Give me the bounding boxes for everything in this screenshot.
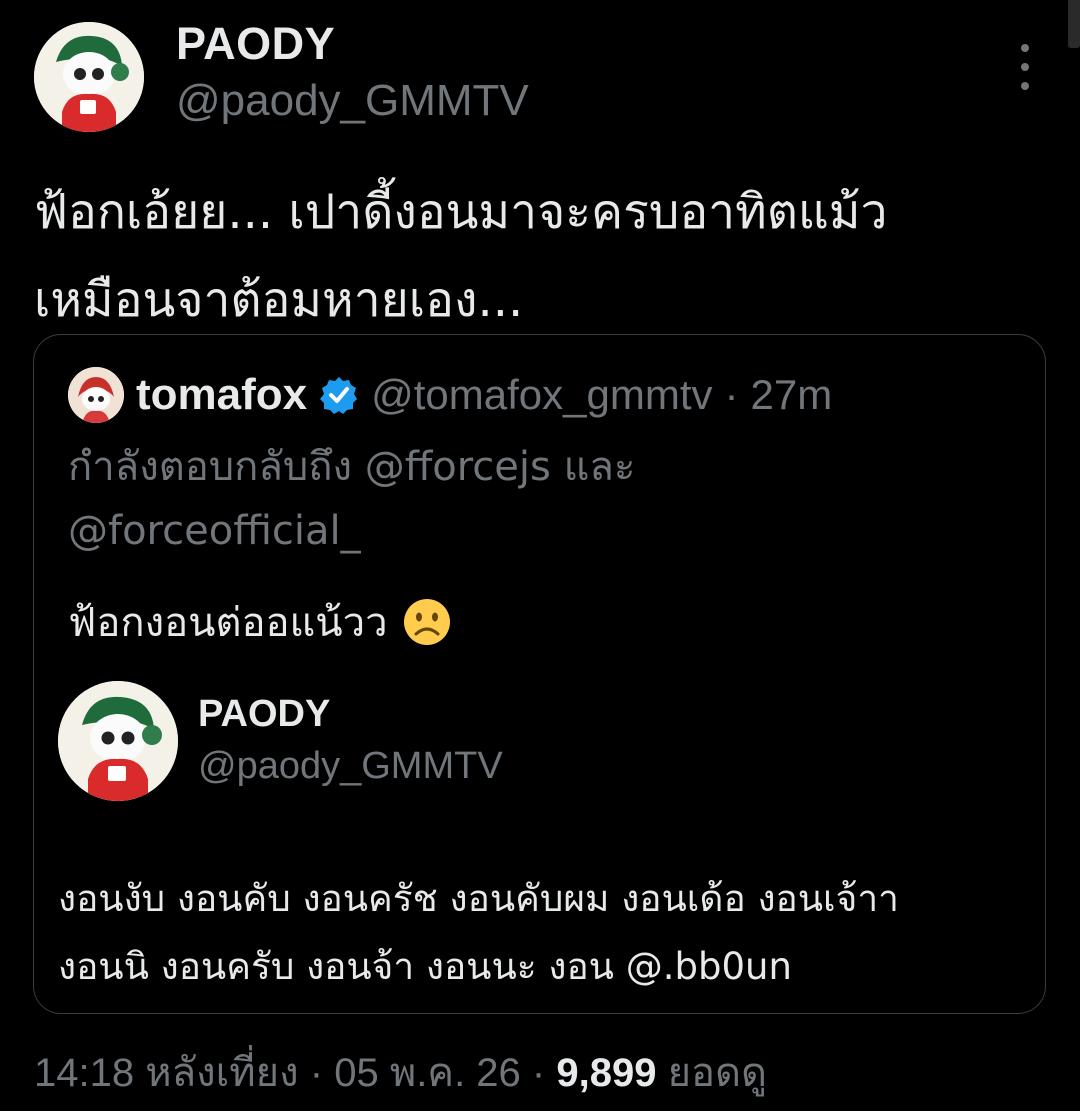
reply-joiner: และ [563,444,636,490]
mascot-avatar-icon [58,681,178,801]
separator-dot: · [724,371,739,418]
quoted-tweet-text-content: ฟ้อกงอนต่ออแน้วว [68,600,388,646]
nested-tweet-text: งอนงับ งอนคับ งอนครัช งอนคับผม งอนเด้อ ง… [58,865,1038,1001]
tweet-date[interactable]: 05 พ.ค. 26 [334,1051,521,1095]
nested-text-line: งอนงับ งอนคับ งอนครัช งอนคับผม งอนเด้อ ง… [58,877,899,920]
quoted-author-handle[interactable]: @tomafox_gmmtv [371,371,712,419]
author-name[interactable]: PAODY [176,18,335,70]
nested-author-handle[interactable]: @paody_GMMTV [198,745,503,788]
quoted-tweet-card[interactable]: tomafox @tomafox_gmmtv · 27m กำลังตอบกลั… [33,334,1046,1014]
tweet-meta: 14:18 หลังเที่ยง · 05 พ.ค. 26 · 9,899 ยอ… [34,1040,767,1104]
frowning-face-icon [403,599,450,645]
view-count: 9,899 [556,1051,657,1095]
reply-mention[interactable]: @fforcejs [365,444,551,490]
tweet-text-line: เหมือนจาต้อมหายเอง... [34,272,524,328]
separator-dot: · [531,1051,546,1095]
nested-author-avatar[interactable] [58,681,178,801]
tweet-text-line: ฟ้อกเอ้ยย... เปาดี้งอนมาจะครบอาทิตแม้ว [34,184,888,240]
author-handle[interactable]: @paody_GMMTV [176,76,529,126]
mascot-avatar-icon [34,22,144,132]
tweet-text: ฟ้อกเอ้ยย... เปาดี้งอนมาจะครบอาทิตแม้ว เ… [34,168,1044,344]
more-vertical-icon[interactable] [1008,44,1042,90]
scrollbar[interactable] [1068,0,1080,48]
quoted-tweet-text: ฟ้อกงอนต่ออแน้วว [68,590,452,654]
quoted-tweet-header: tomafox @tomafox_gmmtv · 27m [68,365,832,425]
separator-dot: · [309,1051,324,1095]
quoted-tweet-time[interactable]: 27m [751,371,833,419]
reply-prefix: กำลังตอบกลับถึง [68,444,352,490]
replying-to: กำลังตอบกลับถึง @fforcejs และ @forceoffi… [68,435,828,563]
verified-badge-icon [320,377,358,414]
fox-avatar-icon [68,367,124,423]
quoted-author-avatar[interactable] [68,367,124,423]
quoted-author-name[interactable]: tomafox [136,370,307,420]
reply-mention[interactable]: @forceofficial_ [68,508,361,554]
view-label: ยอดดู [667,1051,768,1095]
author-avatar[interactable] [34,22,144,132]
tweet-time[interactable]: 14:18 หลังเที่ยง [34,1051,299,1095]
nested-text-line: งอนนิ งอนครับ งอนจ้า งอนนะ งอน @.bb0un [58,945,792,988]
nested-author-name[interactable]: PAODY [198,693,330,736]
